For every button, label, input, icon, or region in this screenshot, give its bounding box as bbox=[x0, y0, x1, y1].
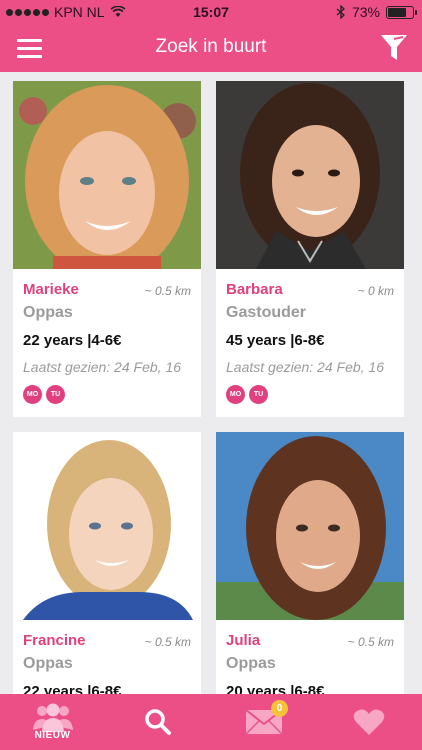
profile-distance: ~ 0.5 km bbox=[144, 284, 191, 298]
profile-age-rate: 45 years |6-8€ bbox=[226, 332, 325, 349]
profile-photo bbox=[13, 432, 201, 620]
profile-card[interactable]: Francine ~ 0.5 km Oppas 22 years |6-8€ bbox=[13, 432, 201, 694]
profile-role: Oppas bbox=[23, 304, 73, 321]
profile-grid: Marieke ~ 0.5 km Oppas 22 years |4-6€ La… bbox=[0, 72, 422, 694]
profile-info: Marieke ~ 0.5 km Oppas 22 years |4-6€ La… bbox=[13, 269, 201, 417]
profile-role: Oppas bbox=[226, 655, 276, 672]
day-badge: TU bbox=[46, 385, 65, 404]
day-badge: MO bbox=[23, 385, 42, 404]
profile-role: Oppas bbox=[23, 655, 73, 672]
tab-nieuw[interactable]: NIEUW bbox=[0, 694, 105, 750]
profile-info: Julia ~ 0.5 km Oppas 20 years |6-8€ bbox=[216, 620, 404, 694]
profile-photo bbox=[216, 81, 404, 269]
profile-card[interactable]: Barbara ~ 0 km Gastouder 45 years |6-8€ … bbox=[216, 81, 404, 417]
profile-info: Barbara ~ 0 km Gastouder 45 years |6-8€ … bbox=[216, 269, 404, 417]
profile-photo bbox=[13, 81, 201, 269]
tab-messages[interactable]: 0 bbox=[211, 694, 316, 750]
app-header: Zoek in buurt bbox=[0, 24, 422, 72]
battery-percent: 73% bbox=[351, 4, 380, 20]
tab-favorites[interactable] bbox=[316, 694, 421, 750]
page-title: Zoek in buurt bbox=[155, 36, 267, 57]
status-bar: KPN NL 15:07 73% bbox=[0, 0, 422, 24]
status-right: 73% bbox=[336, 4, 417, 20]
search-icon bbox=[144, 709, 171, 735]
tab-nieuw-label: NIEUW bbox=[34, 730, 71, 741]
profile-info: Francine ~ 0.5 km Oppas 22 years |6-8€ bbox=[13, 620, 201, 694]
day-badge: TU bbox=[249, 385, 268, 404]
profile-last-seen: Laatst gezien: 24 Feb, 16 bbox=[226, 359, 384, 375]
heart-icon bbox=[353, 709, 384, 735]
messages-badge: 0 bbox=[271, 700, 288, 717]
people-icon bbox=[32, 703, 73, 732]
profile-card[interactable]: Marieke ~ 0.5 km Oppas 22 years |4-6€ La… bbox=[13, 81, 201, 417]
profile-distance: ~ 0.5 km bbox=[347, 635, 394, 649]
profile-age-rate: 20 years |6-8€ bbox=[226, 683, 325, 694]
profile-age-rate: 22 years |4-6€ bbox=[23, 332, 122, 349]
battery-icon bbox=[386, 5, 417, 19]
profile-last-seen: Laatst gezien: 24 Feb, 16 bbox=[23, 359, 181, 375]
tab-bar: NIEUW 0 bbox=[0, 694, 422, 750]
bluetooth-icon bbox=[336, 5, 345, 19]
profile-card[interactable]: Julia ~ 0.5 km Oppas 20 years |6-8€ bbox=[216, 432, 404, 694]
availability-days: MO TU bbox=[23, 385, 191, 404]
profile-role: Gastouder bbox=[226, 304, 307, 321]
availability-days: MO TU bbox=[226, 385, 394, 404]
filter-icon[interactable] bbox=[380, 33, 408, 63]
profile-distance: ~ 0.5 km bbox=[144, 635, 191, 649]
profile-distance: ~ 0 km bbox=[357, 284, 394, 298]
profile-age-rate: 22 years |6-8€ bbox=[23, 683, 122, 694]
battery-fill bbox=[388, 7, 406, 17]
tab-search[interactable] bbox=[105, 694, 210, 750]
profile-photo bbox=[216, 432, 404, 620]
day-badge: MO bbox=[226, 385, 245, 404]
